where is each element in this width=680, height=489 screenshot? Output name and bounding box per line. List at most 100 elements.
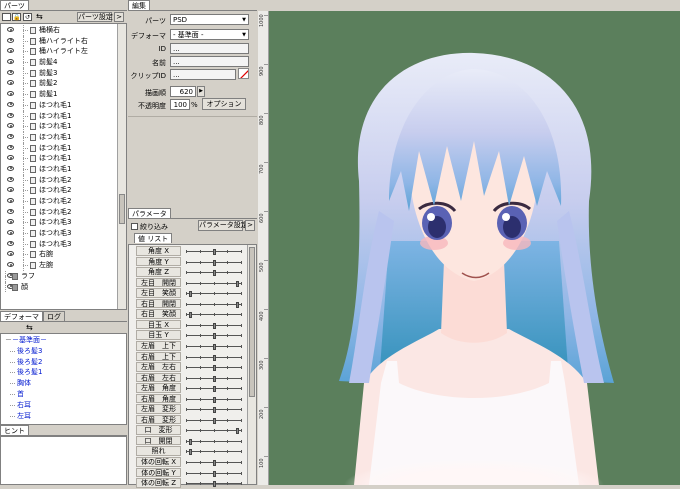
tab-parameter[interactable]: パラメータ [128,208,171,218]
parameter-slider[interactable] [186,438,242,445]
slider-knob[interactable] [212,343,216,350]
parameter-slider[interactable] [186,396,242,403]
option-button[interactable]: オプション [202,98,246,110]
slider-knob[interactable] [188,312,192,319]
visibility-eye-icon[interactable] [7,251,14,257]
parts-tree-item[interactable]: 前髪4 [1,57,126,68]
filter-checkbox[interactable] [131,223,138,230]
parts-tree-item[interactable]: 桶横右 [1,25,126,36]
parameter-slider[interactable] [186,428,242,435]
slider-knob[interactable] [212,460,216,466]
parameter-slider[interactable] [186,375,242,382]
visibility-eye-icon[interactable] [7,48,14,54]
visibility-eye-icon[interactable] [7,80,14,86]
parts-tree-item[interactable]: ほつれ毛1 [1,142,126,154]
parameter-slider[interactable] [186,407,242,414]
slider-knob[interactable] [212,396,216,403]
parameter-slider[interactable] [186,354,242,361]
opacity-field[interactable]: 100 [170,99,190,110]
slider-knob[interactable] [236,428,240,435]
slider-knob[interactable] [212,375,216,382]
deformer-tree-item[interactable]: 胸体 [1,378,126,389]
clip-id-field[interactable]: ... [170,69,236,80]
tab-deformer[interactable]: デフォーマ [0,311,43,321]
slider-knob[interactable] [212,322,216,329]
parameter-slider[interactable] [186,449,242,456]
visibility-eye-icon[interactable] [7,133,14,139]
parts-scrollbar[interactable] [117,24,126,309]
name-field[interactable]: ... [170,56,249,67]
visibility-eye-icon[interactable] [7,27,14,32]
parts-tree-item[interactable]: ほつれ毛1 [1,110,126,122]
id-field[interactable]: ... [170,43,249,54]
parts-tree-item[interactable]: ほつれ毛3 [1,238,126,250]
slider-knob[interactable] [212,354,216,361]
parameter-slider[interactable] [186,481,242,488]
parts-tree-item[interactable]: ほつれ毛1 [1,121,126,132]
param-scroll-thumb[interactable] [249,247,255,397]
parameter-slider[interactable] [186,312,242,319]
parameter-slider[interactable] [186,322,242,329]
slider-knob[interactable] [212,333,216,340]
tab-log[interactable]: ログ [43,311,65,321]
canvas-area[interactable] [269,11,680,485]
refresh-icon[interactable]: ⇆ [26,323,33,332]
visibility-eye-icon[interactable] [7,187,14,193]
deformer-tree-item[interactable]: 首 [1,389,126,400]
slider-knob[interactable] [188,449,192,456]
parts-tree-item[interactable]: 前髪1 [1,89,126,100]
parameter-slider[interactable] [186,270,242,277]
parts-tree-item[interactable]: ほつれ毛2 [1,185,126,196]
tab-edit[interactable]: 編集 [128,0,150,10]
slider-knob[interactable] [212,407,216,414]
refresh-icon[interactable]: ⇆ [36,13,48,21]
visibility-eye-icon[interactable] [7,240,14,246]
parts-tree-item[interactable]: ほつれ毛2 [1,206,126,218]
visibility-eye-icon[interactable] [7,69,14,75]
parameter-slider[interactable] [186,470,242,477]
tab-parts[interactable]: パーツ [0,0,29,10]
visibility-eye-icon[interactable] [7,144,14,150]
character-illustration[interactable] [269,11,680,485]
visibility-eye-icon[interactable] [7,112,14,118]
parts-select[interactable]: PSD [170,14,249,25]
parameter-slider[interactable] [186,291,242,298]
parts-scroll-thumb[interactable] [119,194,125,224]
tab-hint[interactable]: ヒント [0,425,29,435]
collapse-icon[interactable]: － [5,336,12,344]
parameter-slider[interactable] [186,249,242,255]
visibility-eye-icon[interactable] [7,198,14,203]
parameter-slider[interactable] [186,365,242,372]
slider-knob[interactable] [236,301,240,308]
tab-value-list[interactable]: 値 リスト [134,233,173,243]
slider-knob[interactable] [212,259,216,266]
parts-tree-item[interactable]: 前髪3 [1,67,126,79]
deformer-tree-item[interactable]: 後ろ髪3 [1,346,126,357]
draw-order-field[interactable]: 620 [170,86,196,97]
slider-knob[interactable] [212,470,216,477]
visibility-eye-icon[interactable] [7,101,14,107]
slider-knob[interactable] [212,417,216,424]
visibility-eye-icon[interactable] [7,219,14,225]
param-next-button[interactable]: > [245,220,255,231]
visibility-eye-icon[interactable] [7,37,14,43]
visibility-eye-icon[interactable] [7,155,14,161]
visibility-eye-icon[interactable] [7,208,14,214]
parameter-slider[interactable] [186,386,242,393]
parts-tree-item[interactable]: ほつれ毛2 [1,174,126,186]
parts-settings-button[interactable]: パーツ設定 [77,12,113,22]
visibility-eye-icon[interactable] [7,230,14,236]
deformer-tree-item[interactable]: 右耳 [1,400,126,411]
visibility-eye-icon[interactable] [7,59,14,65]
parts-tree-item[interactable]: ほつれ毛1 [1,131,126,143]
draw-order-arrow-button[interactable]: ▶ [197,86,205,97]
eye-toggle-icon[interactable] [2,13,11,21]
link-icon[interactable]: ↺ [23,13,32,21]
parameter-slider[interactable] [186,333,242,340]
parts-tree-item[interactable]: ラフ [1,270,126,282]
parameter-slider[interactable] [186,301,242,308]
slider-knob[interactable] [212,270,216,277]
parts-tree-item[interactable]: ほつれ毛3 [1,217,126,229]
slider-knob[interactable] [236,280,240,287]
parts-tree-item[interactable]: 桶ハイライト右 [1,35,126,47]
